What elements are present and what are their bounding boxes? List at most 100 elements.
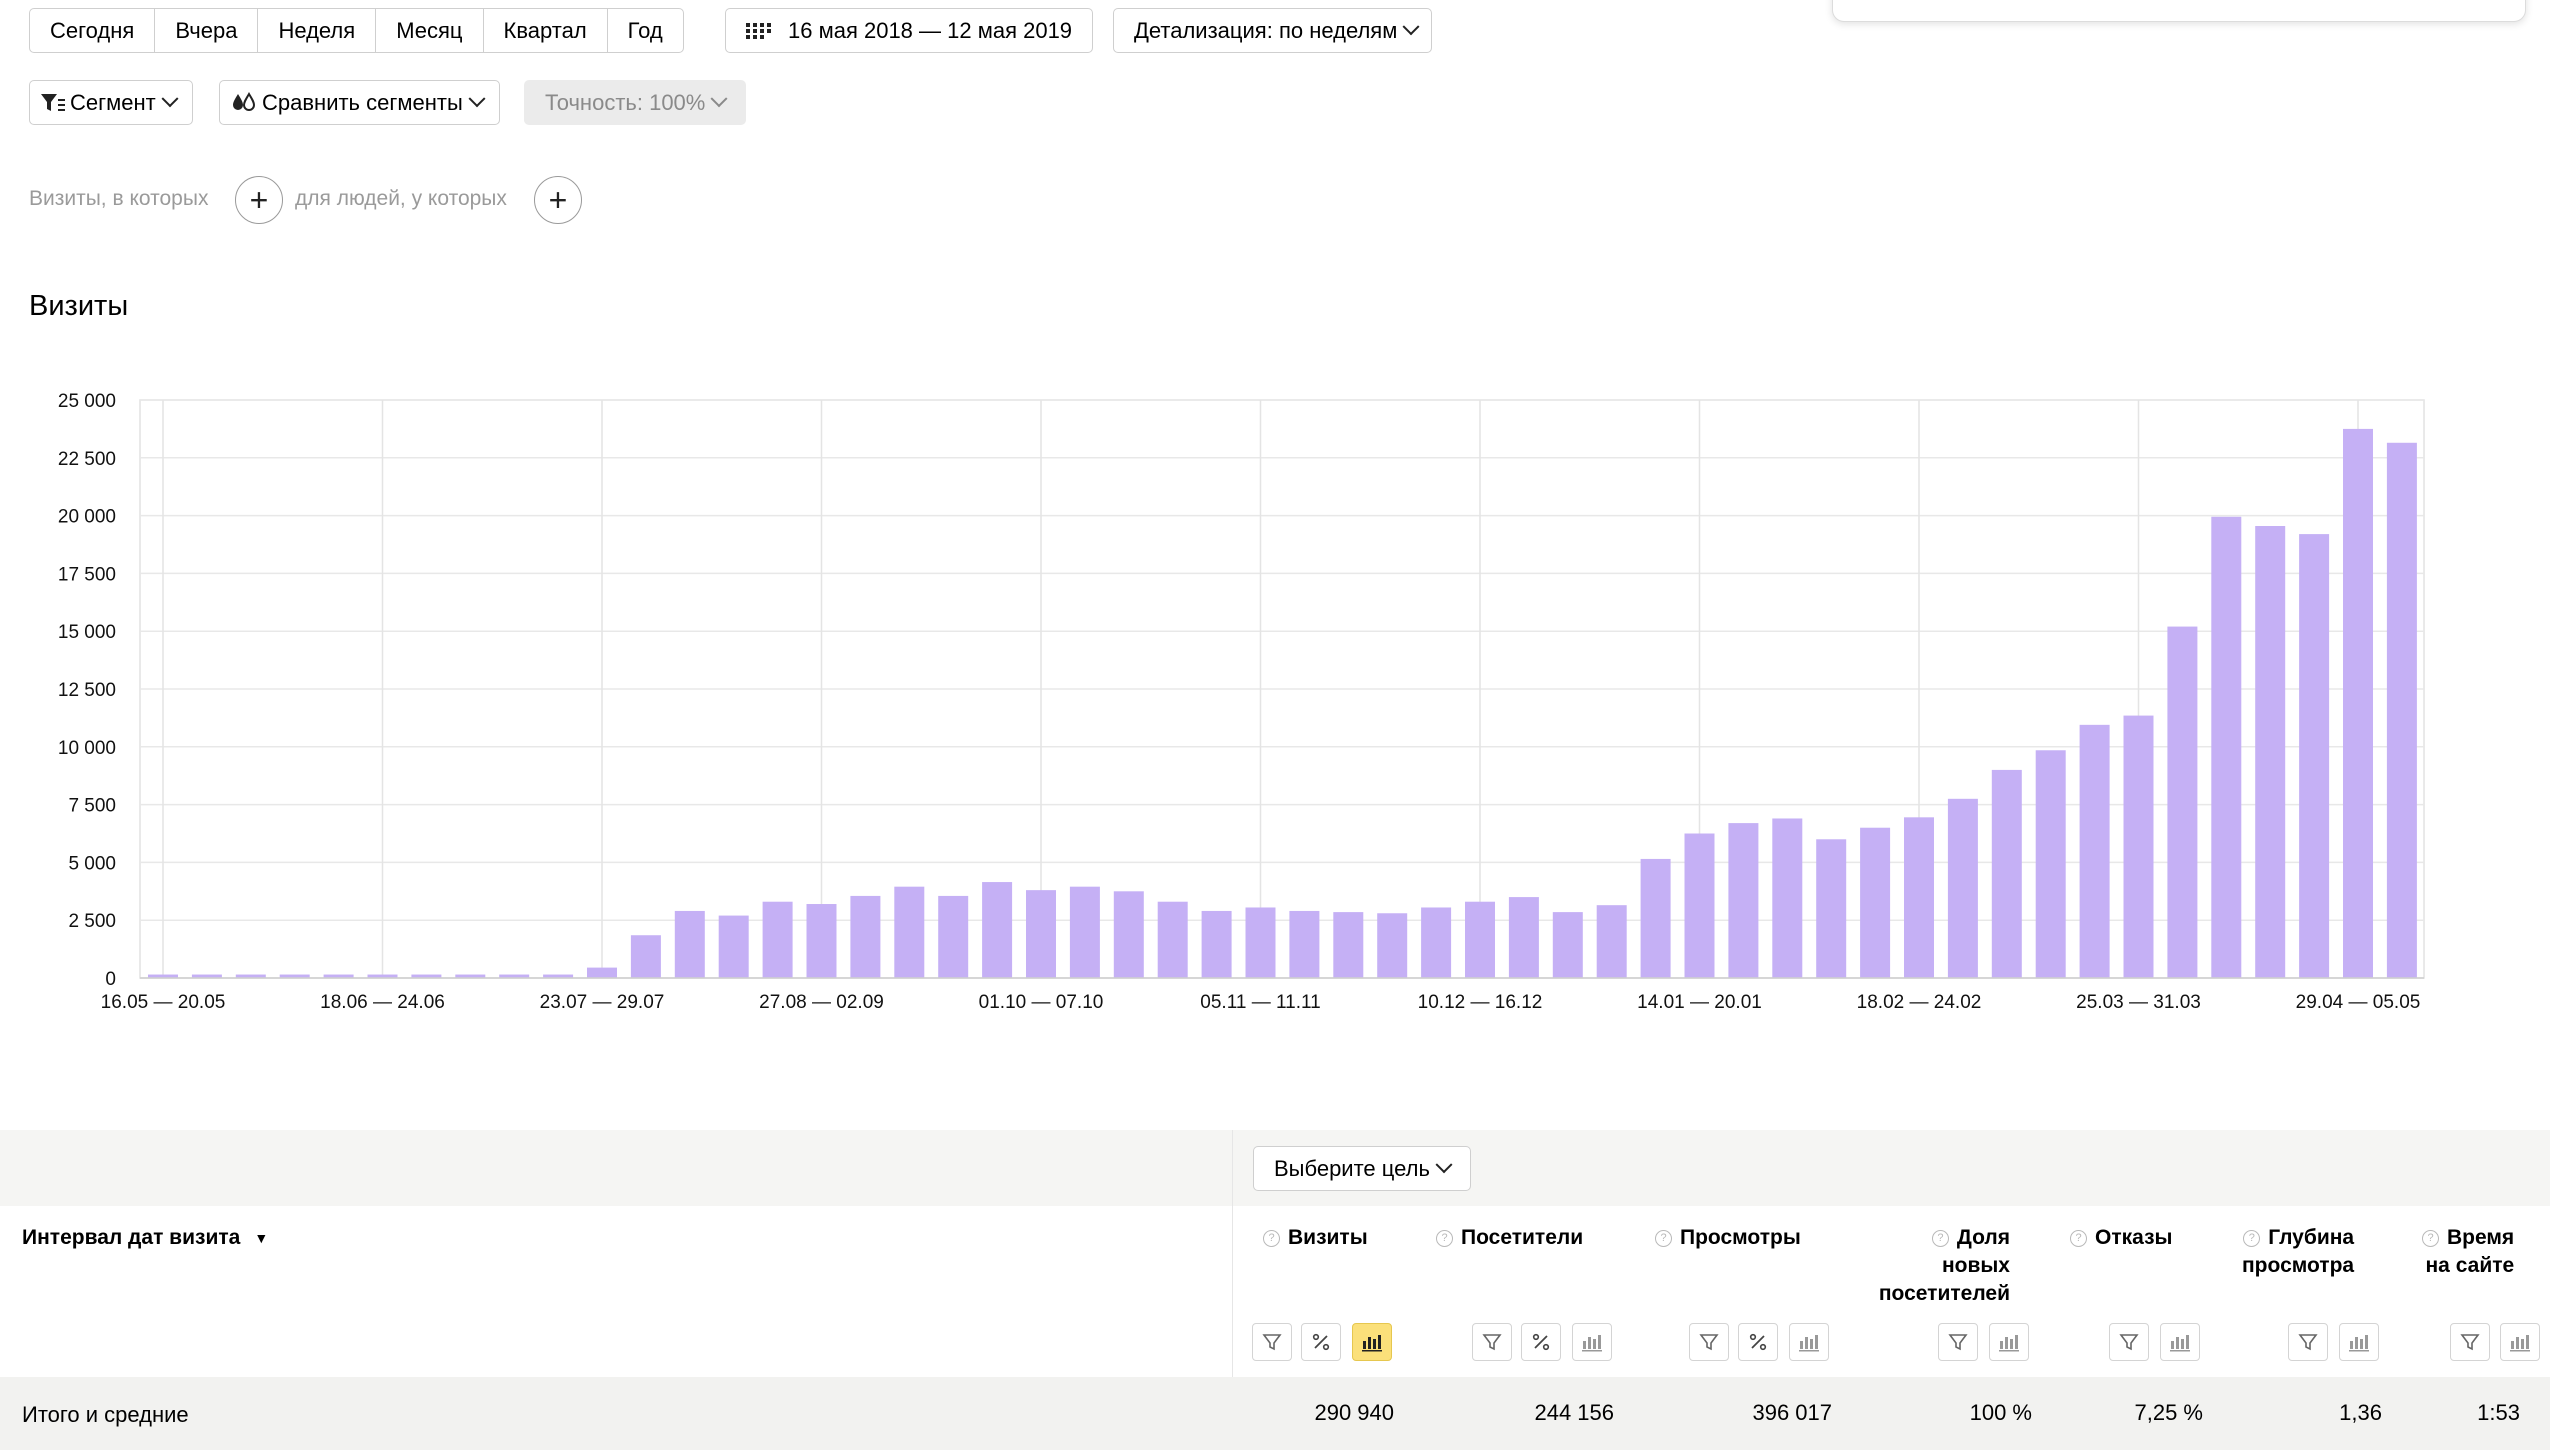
- bar[interactable]: [1157, 901, 1188, 978]
- percent-icon: [1532, 1333, 1550, 1351]
- bar[interactable]: [1640, 858, 1671, 978]
- chevron-down-icon: [710, 89, 728, 107]
- column-header-visitors[interactable]: ? Посетители: [1436, 1224, 1583, 1252]
- bar[interactable]: [938, 895, 969, 978]
- pageviews-percent-button[interactable]: [1738, 1323, 1778, 1361]
- bar[interactable]: [1201, 910, 1232, 978]
- bar[interactable]: [1552, 912, 1583, 978]
- column-header-time[interactable]: ? Время на сайте: [2422, 1224, 2514, 1280]
- bar[interactable]: [1377, 913, 1408, 978]
- bar[interactable]: [2211, 516, 2242, 978]
- bar[interactable]: [2035, 750, 2066, 978]
- date-range-button[interactable]: 16 мая 2018 — 12 мая 2019: [725, 8, 1094, 53]
- bar[interactable]: [1113, 891, 1144, 978]
- goal-select-dropdown[interactable]: Выберите цель: [1253, 1146, 1471, 1191]
- bar[interactable]: [1816, 839, 1847, 978]
- goal-select-label: Выберите цель: [1274, 1155, 1430, 1181]
- add-visit-condition-button[interactable]: +: [235, 176, 283, 224]
- visitors-percent-button[interactable]: [1521, 1323, 1561, 1361]
- visits-condition-label: Визиты, в которых: [29, 187, 209, 210]
- bar[interactable]: [1991, 769, 2022, 978]
- bar[interactable]: [630, 935, 661, 978]
- dimension-header-label: Интервал дат визита: [22, 1226, 241, 1249]
- segment-button[interactable]: Сегмент: [29, 80, 193, 125]
- pageviews-chart-button[interactable]: [1789, 1323, 1829, 1361]
- period-yesterday-button[interactable]: Вчера: [155, 9, 259, 52]
- bar[interactable]: [762, 901, 793, 978]
- bar[interactable]: [1465, 901, 1495, 978]
- time-filter-button[interactable]: [2450, 1323, 2490, 1361]
- dimension-header[interactable]: Интервал дат визита ▼: [22, 1226, 268, 1250]
- add-people-condition-button[interactable]: +: [534, 176, 582, 224]
- compare-segments-button[interactable]: Сравнить сегменты: [219, 80, 500, 125]
- time-chart-button[interactable]: [2500, 1323, 2540, 1361]
- column-header-new-visitors[interactable]: ? Доля новых посетителей: [1846, 1224, 2010, 1308]
- bar[interactable]: [1333, 912, 1364, 978]
- new-visitors-chart-button[interactable]: [1989, 1323, 2029, 1361]
- depth-filter-button[interactable]: [2288, 1323, 2328, 1361]
- bar[interactable]: [2386, 442, 2417, 979]
- bar[interactable]: [982, 882, 1013, 978]
- bar[interactable]: [1728, 823, 1759, 978]
- bar[interactable]: [1684, 833, 1715, 979]
- detail-dropdown[interactable]: Детализация: по неделям: [1113, 8, 1433, 53]
- help-icon: ?: [1436, 1230, 1453, 1247]
- column-header-visits[interactable]: ? Визиты: [1263, 1224, 1368, 1252]
- visits-chart-button[interactable]: [1352, 1323, 1392, 1361]
- help-icon: ?: [2070, 1230, 2087, 1247]
- pageviews-filter-button[interactable]: [1689, 1323, 1729, 1361]
- visits-percent-button[interactable]: [1301, 1323, 1341, 1361]
- bar[interactable]: [894, 886, 925, 978]
- bar[interactable]: [674, 910, 705, 978]
- funnel-icon: [1262, 1334, 1282, 1351]
- bar[interactable]: [1860, 827, 1891, 978]
- accuracy-dropdown[interactable]: Точность: 100%: [524, 80, 747, 125]
- bar[interactable]: [1026, 890, 1056, 978]
- funnel-icon: [2460, 1334, 2480, 1351]
- bar[interactable]: [2255, 526, 2286, 978]
- bar[interactable]: [806, 904, 837, 978]
- visitors-filter-button[interactable]: [1472, 1323, 1512, 1361]
- bar[interactable]: [850, 895, 881, 978]
- period-month-button[interactable]: Месяц: [376, 9, 484, 52]
- total-pageviews: 396 017: [1752, 1400, 1832, 1425]
- column-label: Время: [2447, 1226, 2515, 1249]
- y-tick-label: 12 500: [58, 680, 116, 701]
- x-tick-label: 23.07 — 29.07: [540, 992, 665, 1013]
- bar[interactable]: [2167, 626, 2198, 978]
- column-header-bounces[interactable]: ? Отказы: [2070, 1224, 2172, 1252]
- bar[interactable]: [1421, 907, 1452, 978]
- total-visits: 290 940: [1314, 1400, 1394, 1425]
- period-quarter-button[interactable]: Квартал: [484, 9, 608, 52]
- column-header-pageviews[interactable]: ? Просмотры: [1655, 1224, 1801, 1252]
- bar[interactable]: [1772, 818, 1803, 978]
- bar[interactable]: [1596, 905, 1627, 978]
- bar[interactable]: [1904, 817, 1934, 978]
- bar[interactable]: [587, 967, 617, 978]
- x-tick-label: 01.10 — 07.10: [979, 992, 1104, 1013]
- bar[interactable]: [2123, 715, 2154, 978]
- column-header-depth[interactable]: ? Глубина просмотра: [2242, 1224, 2354, 1280]
- bar[interactable]: [1245, 907, 1276, 978]
- bar[interactable]: [2299, 534, 2330, 978]
- y-tick-label: 2 500: [68, 911, 116, 932]
- new-visitors-filter-button[interactable]: [1938, 1323, 1978, 1361]
- bar[interactable]: [718, 915, 749, 978]
- bar[interactable]: [2079, 724, 2110, 978]
- bar[interactable]: [2343, 428, 2373, 978]
- total-bounces: 7,25 %: [2134, 1400, 2204, 1425]
- visits-filter-button[interactable]: [1252, 1323, 1292, 1361]
- bar[interactable]: [1289, 910, 1320, 978]
- depth-chart-button[interactable]: [2339, 1323, 2379, 1361]
- column-label: посетителей: [1878, 1282, 2010, 1305]
- sort-desc-icon: ▼: [254, 1230, 269, 1246]
- bounces-filter-button[interactable]: [2109, 1323, 2149, 1361]
- bar[interactable]: [1947, 798, 1978, 978]
- period-year-button[interactable]: Год: [608, 9, 683, 52]
- period-week-button[interactable]: Неделя: [258, 9, 377, 52]
- bounces-chart-button[interactable]: [2160, 1323, 2200, 1361]
- bar[interactable]: [1508, 897, 1539, 978]
- visitors-chart-button[interactable]: [1572, 1323, 1612, 1361]
- bar[interactable]: [1069, 886, 1100, 978]
- period-today-button[interactable]: Сегодня: [30, 9, 156, 52]
